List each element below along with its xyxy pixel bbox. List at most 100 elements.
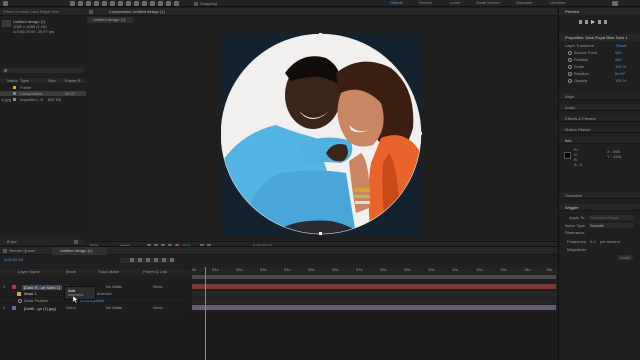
comp-mini-flowchart-icon[interactable]	[130, 258, 134, 262]
project-row-composition[interactable]: Composition 29.97	[0, 91, 86, 96]
layer-row-2[interactable]: 2 [Untitl...gn (1).jpg] Norm No Matte No…	[0, 305, 190, 311]
effect-controls-tab[interactable]: Effect Controls Dark Royal Blue	[3, 10, 59, 14]
eraser-tool-icon[interactable]	[158, 1, 163, 6]
prop-value[interactable]: 540	[615, 58, 622, 62]
trash-icon[interactable]	[74, 240, 78, 244]
apply-to-dropdown[interactable]: Temporal Graph	[589, 215, 634, 220]
motion-sketch-panel[interactable]: Motion Sketch	[559, 126, 640, 133]
reset-link[interactable]: Reset	[616, 44, 626, 48]
camera-tool-icon[interactable]	[102, 1, 107, 6]
audio-panel[interactable]: Audio	[559, 104, 640, 111]
home-icon[interactable]	[3, 1, 8, 6]
snapping-checkbox[interactable]	[194, 1, 198, 6]
stopwatch-icon[interactable]	[568, 79, 572, 83]
col-mode[interactable]: Mode	[66, 270, 76, 274]
search-help-icon[interactable]	[612, 1, 618, 6]
wiggler-panel[interactable]: Wiggler	[559, 204, 640, 211]
workspace-review[interactable]: Review	[419, 1, 432, 5]
composition-canvas[interactable]	[221, 33, 422, 235]
workspace-standard[interactable]: Standard	[516, 1, 532, 5]
last-frame-icon[interactable]	[604, 20, 607, 24]
stopwatch-icon[interactable]	[568, 51, 572, 55]
clone-stamp-tool-icon[interactable]	[150, 1, 155, 6]
rotate-tool-icon[interactable]	[94, 1, 99, 6]
empty-timeline-area[interactable]	[190, 313, 558, 360]
col-parent[interactable]: Parent & Link	[143, 270, 167, 274]
mask-color-swatch[interactable]	[17, 292, 21, 296]
layer-name[interactable]: [Untitl...gn (1).jpg]	[22, 306, 58, 311]
smoother-panel[interactable]: Smoother	[559, 192, 640, 199]
motion-blur-icon[interactable]	[162, 258, 166, 262]
hand-tool-icon[interactable]	[78, 1, 83, 6]
brush-tool-icon[interactable]	[142, 1, 147, 6]
shape-tool-icon[interactable]	[118, 1, 123, 6]
layer-parent[interactable]: None	[153, 285, 163, 289]
close-icon[interactable]	[3, 249, 7, 253]
layer-track-matte[interactable]: No Matte	[106, 306, 122, 310]
current-time-indicator[interactable]	[205, 267, 206, 360]
time-ruler[interactable]: 0s 01s 02s 03s 04s 05s 06s 07s 08s 09s 1…	[192, 267, 558, 274]
mask-mode-dropdown[interactable]: Add Intersect	[64, 286, 96, 300]
col-name[interactable]: Name	[7, 78, 18, 83]
render-queue-tab[interactable]: Render Queue	[9, 249, 35, 253]
info-panel[interactable]: Info	[559, 137, 640, 144]
workspace-default[interactable]: Default	[390, 1, 403, 5]
timeline-timecode[interactable]: 0;00;00;15	[4, 258, 23, 262]
noise-type-dropdown[interactable]: Smooth	[589, 223, 634, 228]
composition-tab[interactable]: Composition Untitled design (1)	[109, 10, 165, 14]
graph-editor-icon[interactable]	[170, 258, 174, 262]
mask-name[interactable]: Mask 1	[24, 292, 37, 296]
stopwatch-icon[interactable]	[568, 58, 572, 62]
first-frame-icon[interactable]	[579, 20, 582, 24]
close-icon[interactable]	[89, 10, 93, 14]
play-icon[interactable]	[591, 20, 595, 24]
zoom-tool-icon[interactable]	[86, 1, 91, 6]
prop-value[interactable]: 0x+0°	[615, 72, 625, 76]
label-color-swatch[interactable]	[12, 306, 16, 310]
work-area-bar[interactable]	[192, 275, 556, 279]
col-layer-name[interactable]: Layer Name	[18, 270, 40, 274]
draft-3d-icon[interactable]	[138, 258, 142, 262]
prop-value[interactable]: 100 %	[615, 65, 626, 69]
frequency-value[interactable]: 5.0	[590, 240, 596, 244]
stopwatch-icon[interactable]	[18, 299, 22, 303]
project-row-folder[interactable]: Folder	[0, 85, 86, 90]
roto-brush-tool-icon[interactable]	[166, 1, 171, 6]
prev-frame-icon[interactable]	[585, 20, 588, 24]
layer-track-matte[interactable]: No Matte	[106, 285, 122, 289]
layer-mode[interactable]: Norm	[66, 306, 76, 310]
layer-name[interactable]: [Dark R...ue Solid 1]	[22, 284, 62, 290]
col-track-matte[interactable]: Track Matte	[98, 270, 119, 274]
preview-title[interactable]: Preview	[565, 9, 579, 14]
layer-transform-label[interactable]: Layer Transform	[565, 44, 594, 48]
effects-presets-panel[interactable]: Effects & Presets	[559, 115, 640, 122]
puppet-tool-icon[interactable]	[174, 1, 179, 6]
prop-value[interactable]: 100 %	[615, 79, 626, 83]
shy-layers-icon[interactable]	[146, 258, 150, 262]
project-search-input[interactable]	[2, 68, 84, 73]
selection-tool-icon[interactable]	[70, 1, 75, 6]
project-row-image[interactable]: 1).jpg ImporterJ...G 852 KB	[0, 97, 86, 102]
frame-blending-icon[interactable]	[154, 258, 158, 262]
comp-sub-tab[interactable]: Untitled design (1)	[93, 18, 125, 22]
bit-depth[interactable]: 8 bpc	[7, 240, 17, 244]
col-size[interactable]: Size	[48, 78, 56, 83]
col-type[interactable]: Type	[20, 78, 29, 83]
pen-tool-icon[interactable]	[126, 1, 131, 6]
workspace-small-screen[interactable]: Small Screen	[476, 1, 500, 5]
stopwatch-icon[interactable]	[568, 65, 572, 69]
type-tool-icon[interactable]	[134, 1, 139, 6]
stopwatch-icon[interactable]	[568, 72, 572, 76]
workspace-learn[interactable]: Learn	[450, 1, 460, 5]
pan-behind-tool-icon[interactable]	[110, 1, 115, 6]
align-panel[interactable]: Align	[559, 93, 640, 100]
col-frame-rate[interactable]: Frame R...	[65, 78, 84, 83]
label-color-swatch[interactable]	[12, 285, 16, 289]
prop-value[interactable]: 540	[615, 51, 622, 55]
layer-2-duration-bar[interactable]	[192, 305, 556, 310]
workspace-libraries[interactable]: Libraries	[550, 1, 565, 5]
layer-parent[interactable]: None	[153, 306, 163, 310]
apply-button[interactable]: Apply	[617, 255, 633, 260]
layer-1-duration-bar[interactable]	[192, 284, 556, 289]
next-frame-icon[interactable]	[598, 20, 601, 24]
